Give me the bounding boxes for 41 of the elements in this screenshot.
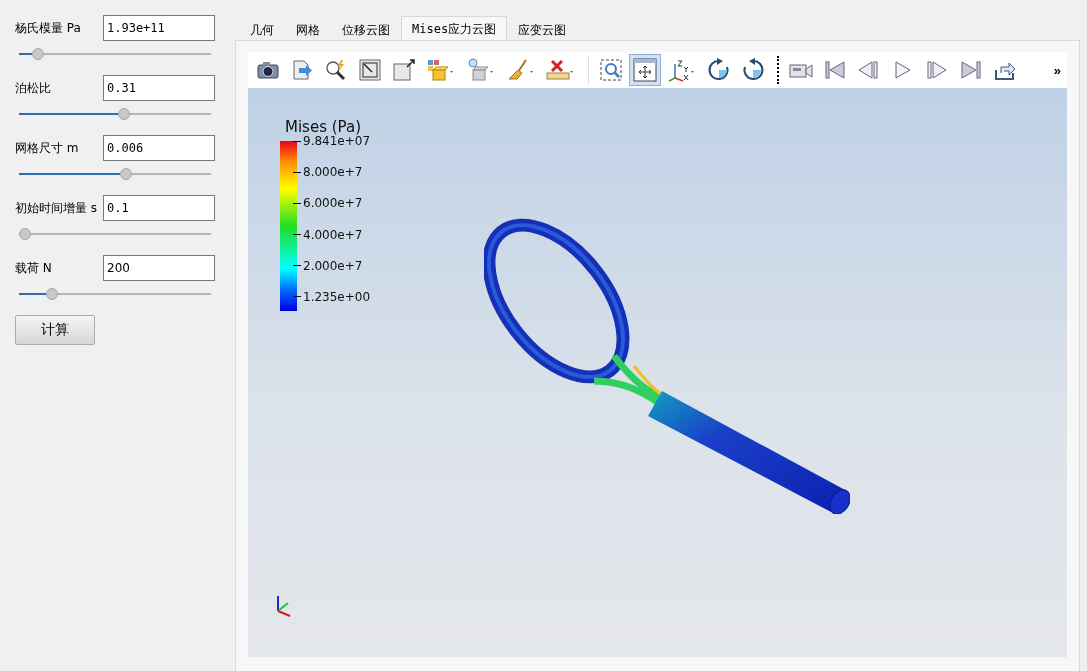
tab[interactable]: 几何 [239, 18, 285, 41]
legend-title: Mises (Pa) [285, 118, 362, 136]
ruler-icon [546, 58, 576, 82]
brush-icon [506, 58, 536, 82]
slider-thumb[interactable] [119, 168, 132, 180]
toolbar-overflow-button[interactable]: » [1051, 62, 1063, 78]
parameter-input[interactable]: 1.93e+11 [103, 15, 215, 41]
zoom-data-icon [324, 58, 348, 82]
color-cube-icon [426, 58, 456, 82]
3d-viewport[interactable]: Mises (Pa) 9.841e+07 8.000e+7 6.000e+7 4.000e+7 2.000e+7 1.235e+00 [248, 88, 1067, 657]
export-icon [290, 58, 314, 82]
parameter-input[interactable]: 0.006 [103, 135, 215, 161]
previous-frame-icon [857, 58, 881, 82]
light-cube-icon [466, 58, 496, 82]
parameter-input[interactable]: 0.1 [103, 195, 215, 221]
slider-thumb[interactable] [118, 108, 130, 120]
slider-thumb[interactable] [31, 48, 44, 60]
last-frame-icon [959, 58, 983, 82]
pan-icon [633, 58, 657, 82]
next-frame-icon [925, 58, 949, 82]
parameter-label: 杨氏模量 Pa [15, 19, 82, 37]
slider-thumb[interactable] [19, 228, 31, 240]
first-frame-icon [823, 58, 847, 82]
tab[interactable]: 应变云图 [507, 18, 578, 41]
tab[interactable]: Mises应力云图 [401, 16, 508, 41]
zoom-box-icon [599, 58, 623, 82]
compute-button[interactable]: 计算 [15, 315, 95, 345]
tab[interactable]: 位移云图 [331, 18, 401, 41]
reset-frame-icon [358, 58, 382, 82]
rotate-ccw-icon [741, 58, 765, 82]
parameter-label: 载荷 N [15, 259, 53, 277]
axes-icon [667, 58, 697, 82]
slider-thumb[interactable] [46, 288, 58, 300]
parameter-input[interactable]: 200 [103, 255, 215, 281]
rotate-cw-icon [707, 58, 731, 82]
parameter-input[interactable]: 0.31 [103, 75, 215, 101]
tab[interactable]: 网格 [285, 18, 331, 41]
parameter-label: 泊松比 [15, 79, 52, 97]
frame-arrow-icon [392, 58, 416, 82]
parameter-label: 网格尺寸 m [15, 139, 80, 157]
parameter-label: 初始时间增量 s [15, 199, 99, 217]
